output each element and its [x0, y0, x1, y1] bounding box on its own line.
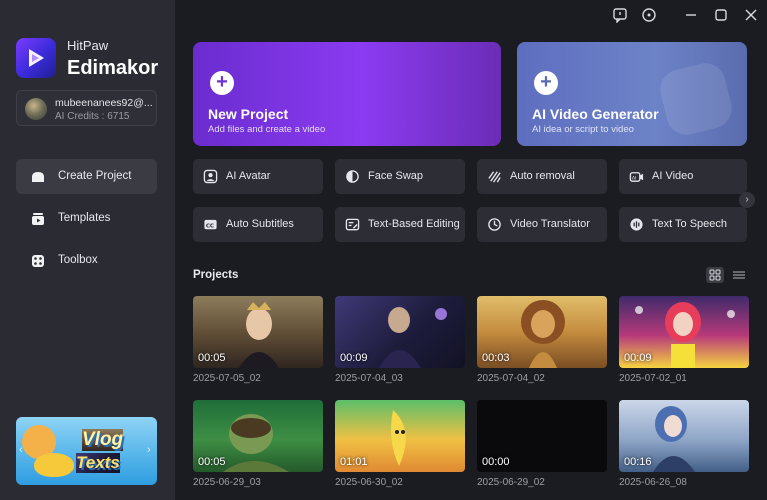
project-thumbnail[interactable]: 00:03: [477, 296, 607, 368]
tools-scroll-right-icon[interactable]: ›: [739, 192, 755, 208]
tool-label: Face Swap: [368, 170, 424, 182]
promo-subtitle: Texts: [76, 453, 120, 473]
project-duration: 00:09: [624, 352, 652, 364]
minimize-icon[interactable]: [683, 7, 699, 23]
project-thumbnail[interactable]: 01:01: [335, 400, 465, 472]
tool-face-swap[interactable]: Face Swap: [335, 159, 465, 194]
project-thumbnail[interactable]: 00:16: [619, 400, 749, 472]
project-thumbnail[interactable]: 00:09: [335, 296, 465, 368]
tool-label: Video Translator: [510, 218, 590, 230]
promo-duck-graphic: [34, 453, 74, 477]
project-date: 2025-07-04_02: [477, 373, 545, 384]
text-edit-icon: [345, 218, 360, 231]
projects-title: Projects: [193, 269, 239, 281]
tool-ai-avatar[interactable]: AI Avatar: [193, 159, 323, 194]
brand-name-top: HitPaw: [67, 38, 109, 53]
promo-banner[interactable]: Vlog Texts ‹ ›: [16, 417, 157, 485]
promo-next-icon[interactable]: ›: [147, 444, 157, 458]
project-thumbnail[interactable]: 00:00: [477, 400, 607, 472]
sidebar-item-label: Templates: [58, 212, 111, 224]
project-duration: 00:05: [198, 352, 226, 364]
project-thumbnail[interactable]: 00:05: [193, 296, 323, 368]
tool-auto-subtitles[interactable]: CC Auto Subtitles: [193, 207, 323, 242]
sidebar-item-label: Toolbox: [58, 254, 98, 266]
templates-icon: [32, 213, 44, 225]
project-duration: 01:01: [340, 456, 368, 468]
project-date: 2025-06-30_02: [335, 477, 403, 488]
brand-name-main: Edimakor: [67, 57, 159, 79]
project-date: 2025-07-02_01: [619, 373, 687, 384]
new-project-card[interactable]: + New Project Add files and create a vid…: [193, 42, 501, 146]
project-duration: 00:05: [198, 456, 226, 468]
grid-view-icon[interactable]: [706, 267, 724, 283]
project-thumbnail[interactable]: 00:05: [193, 400, 323, 472]
tts-icon: [630, 218, 643, 231]
project-duration: 00:00: [482, 456, 510, 468]
auto-removal-icon: [488, 171, 501, 183]
project-thumbnail[interactable]: 00:09: [619, 296, 749, 368]
sidebar-item-label: Create Project: [58, 170, 132, 182]
edimakor-logo-icon: [16, 38, 56, 78]
project-date: 2025-06-26_08: [619, 477, 687, 488]
plus-icon: +: [210, 71, 234, 95]
tool-text-to-speech[interactable]: Text To Speech: [619, 207, 747, 242]
ai-video-icon: AI: [629, 172, 644, 182]
promo-title: Vlog: [82, 429, 124, 451]
svg-text:CC: CC: [206, 223, 214, 229]
new-project-title: New Project: [208, 106, 289, 122]
avatar: [25, 98, 47, 120]
account-email: mubeenanees92@...: [55, 97, 153, 109]
project-date: 2025-07-05_02: [193, 373, 261, 384]
cc-icon: CC: [204, 219, 217, 229]
maximize-icon[interactable]: [713, 7, 729, 23]
tool-label: Text-Based Editing: [368, 218, 460, 230]
sidebar-item-create-project[interactable]: Create Project: [16, 159, 157, 194]
feedback-icon[interactable]: [612, 7, 628, 23]
ai-video-generator-title: AI Video Generator: [532, 106, 659, 122]
project-date: 2025-07-04_03: [335, 373, 403, 384]
project-date: 2025-06-29_03: [193, 477, 261, 488]
plus-icon: +: [534, 71, 558, 95]
toolbox-icon: [32, 255, 44, 267]
tool-label: Text To Speech: [652, 218, 728, 230]
create-project-icon: [32, 172, 44, 182]
tool-text-based-editing[interactable]: Text-Based Editing: [335, 207, 465, 242]
promo-prev-icon[interactable]: ‹: [19, 444, 29, 458]
sidebar: HitPaw Edimakor mubeenanees92@... AI Cre…: [0, 0, 175, 500]
tool-label: AI Video: [652, 170, 694, 182]
tool-label: Auto Subtitles: [226, 218, 294, 230]
tool-auto-removal[interactable]: Auto removal: [477, 159, 607, 194]
sidebar-item-toolbox[interactable]: Toolbox: [16, 243, 157, 278]
ai-video-generator-card[interactable]: + AI Video Generator AI idea or script t…: [517, 42, 747, 146]
tool-label: Auto removal: [510, 170, 575, 182]
tool-video-translator[interactable]: Video Translator: [477, 207, 607, 242]
face-swap-icon: [346, 170, 359, 183]
ai-avatar-icon: [203, 169, 218, 184]
ai-video-generator-subtitle: AI idea or script to video: [532, 124, 634, 135]
info-icon[interactable]: [641, 7, 657, 23]
account-card[interactable]: mubeenanees92@... AI Credits : 6715: [16, 90, 157, 126]
project-date: 2025-06-29_02: [477, 477, 545, 488]
sidebar-item-templates[interactable]: Templates: [16, 201, 157, 236]
ai-credits: AI Credits : 6715: [55, 111, 130, 122]
project-duration: 00:09: [340, 352, 368, 364]
list-view-icon[interactable]: [730, 267, 748, 283]
new-project-subtitle: Add files and create a video: [208, 124, 326, 135]
project-duration: 00:03: [482, 352, 510, 364]
tool-label: AI Avatar: [226, 170, 271, 182]
translate-icon: [488, 218, 501, 231]
play-logo-decoration-icon: [655, 58, 737, 140]
close-icon[interactable]: [743, 7, 759, 23]
project-duration: 00:16: [624, 456, 652, 468]
tool-ai-video[interactable]: AI AI Video: [619, 159, 747, 194]
svg-text:AI: AI: [632, 175, 637, 181]
